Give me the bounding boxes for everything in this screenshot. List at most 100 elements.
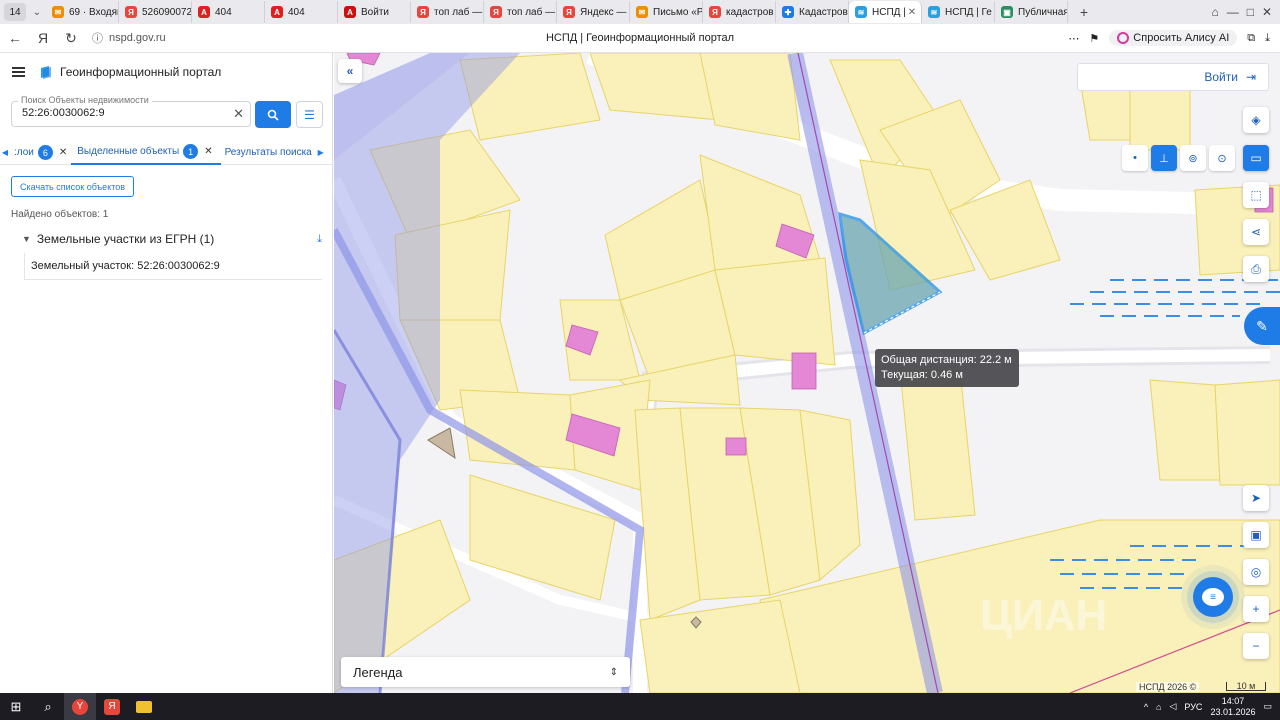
minimap-button[interactable]: ▣ [1243,522,1269,548]
browser-tab[interactable]: A 404 [192,1,265,23]
ask-alice-button[interactable]: Спросить Алису AI [1109,30,1238,46]
tab-favicon-icon: ✚ [782,6,794,18]
tab-favicon-icon: ≋ [928,6,940,18]
plus-icon: + [1252,602,1260,616]
close-tab-icon[interactable]: ✕ [906,7,916,18]
yandex-app-icon[interactable]: Я [96,693,128,720]
tab-label: топ лаб — [507,6,556,18]
measure-button[interactable]: ▭ [1243,145,1269,171]
measure-radius-tool[interactable]: ⊙ [1209,145,1235,171]
geolocation-icon: ◎ [1250,565,1262,579]
bookmark-icon[interactable]: ⚑ [1089,32,1099,45]
filter-button[interactable]: ☰ [296,101,323,128]
browser-tab[interactable]: Я Яндекс — б [557,1,630,23]
collapse-panel-button[interactable]: « [338,59,362,83]
browser-tab[interactable]: Якадастров [703,1,776,23]
site-info-icon[interactable]: ⓘ [92,30,103,46]
network-icon[interactable]: ⌂ [1156,702,1161,712]
print-button[interactable]: ⎙ [1243,256,1269,282]
minimap-icon: ▣ [1250,528,1262,542]
tab-counter[interactable]: 14 [4,3,26,21]
chevron-down-icon[interactable]: ▼ [22,234,31,244]
feedback-side-tab[interactable]: ✎ [1244,307,1280,345]
close-tab-selected-icon[interactable]: ✕ [204,146,212,157]
browser-tab[interactable]: ≋ НСПД | ✕ [849,1,922,23]
close-window-icon[interactable]: ✕ [1262,5,1272,19]
expand-legend-icon[interactable]: ⇕ [610,667,618,678]
tabs-scroll-right-icon[interactable]: ▶ [316,148,326,157]
clear-icon[interactable]: ✕ [233,106,244,122]
tab-layers[interactable]: :лои 6 ✕ [10,141,71,165]
browser-tab[interactable]: A 404 [265,1,338,23]
search-label: Поиск Объекты недвижимости [18,95,152,105]
minimize-icon[interactable]: — [1227,5,1239,19]
geolocation-button[interactable]: ◎ [1243,559,1269,585]
browser-tab[interactable]: Ятоп лаб — [411,1,484,23]
share-button[interactable]: ⋖ [1243,219,1269,245]
search-input[interactable] [22,107,222,119]
browser-tab[interactable]: Ятоп лаб — [484,1,557,23]
browser-tab[interactable]: ▣ Публичная [995,1,1068,23]
windows-start-icon[interactable]: ⊞ [0,693,32,720]
menu-icon[interactable] [12,67,25,77]
list-item[interactable]: Земельный участок: 52:26:0030062:9 [24,253,322,280]
tab-favicon-icon: A [271,6,283,18]
taskbar-search-icon[interactable]: ⌕ [32,693,64,720]
tab-favicon-icon: ✉ [636,6,648,18]
zoom-in-button[interactable]: + [1243,596,1269,622]
legend-panel[interactable]: Легенда ⇕ [341,657,630,687]
maximize-icon[interactable]: □ [1247,5,1254,19]
search-field[interactable]: Поиск Объекты недвижимости ✕ [11,95,251,127]
back-icon[interactable]: ← [2,25,28,51]
tab-selected-objects[interactable]: Выделенные объекты 1 ✕ [71,141,221,165]
browser-tab[interactable]: Я 526090072 [119,1,192,23]
layers-button[interactable]: ◈ [1243,107,1269,133]
clock[interactable]: 14:07 23.01.2026 [1210,696,1255,718]
volume-icon[interactable]: ◁ [1169,701,1176,712]
measure-area-tool[interactable]: ⊚ [1180,145,1206,171]
notifications-icon[interactable]: ▭ [1263,701,1272,712]
tab-selected-count: 1 [183,144,199,159]
login-label: Войти [1204,70,1238,84]
tabs-dropdown-icon[interactable]: ⌄ [28,3,46,21]
tab-label: 69 · Входящ [69,6,118,18]
alice-icon [1117,32,1130,44]
language-indicator[interactable]: РУС [1184,702,1202,712]
measure-distance-tool[interactable]: ⊥ [1151,145,1177,171]
zoom-out-button[interactable]: − [1243,633,1269,659]
yandex-browser-icon[interactable]: Y [64,693,96,720]
select-area-button[interactable]: ⬚ [1243,182,1269,208]
portal-title: Геоинформационный портал [60,65,222,79]
measure-point-tool[interactable]: • [1122,145,1148,171]
chat-button[interactable]: ≡ [1193,577,1233,617]
group-land-plots[interactable]: ▼ Земельные участки из ЕГРН (1) ⤓ [22,232,322,246]
url-field[interactable]: ⓘ nspd.gov.ru [92,30,166,46]
downloads-icon[interactable]: ⤓ [1265,32,1270,45]
browser-tab[interactable]: ✉ Письмо «Р [630,1,703,23]
file-explorer-icon[interactable] [128,693,160,720]
tray-chevron-icon[interactable]: ^ [1144,702,1148,712]
download-icon[interactable]: ⤓ [317,233,322,246]
browser-tab[interactable]: ✚ Кадастров [776,1,849,23]
new-tab-button[interactable]: + [1074,2,1094,22]
tab-search-results[interactable]: Результаты поиска [221,141,316,165]
tab-label: кадастров [726,6,774,18]
collections-icon[interactable]: ⧉ [1247,32,1255,45]
bookmark-window-icon[interactable]: ⌂ [1211,5,1218,19]
scale-bar: 10 м [1226,682,1266,691]
login-button[interactable]: Войти ⇥ [1077,63,1269,91]
tabs-scroll-left-icon[interactable]: ◀ [0,148,10,157]
close-tab-layers-icon[interactable]: ✕ [59,147,67,158]
distance-icon: ⊥ [1159,152,1169,165]
search-button[interactable] [255,101,291,128]
tab-label: Войти [361,6,389,18]
browser-tab[interactable]: ≋ НСПД | Ге [922,1,995,23]
tab-favicon-icon: Я [125,6,137,18]
browser-tab[interactable]: ✉ 69 · Входящ [46,1,119,23]
yandex-home-icon[interactable]: Я [30,25,56,51]
more-icon[interactable]: ⋯ [1068,32,1079,45]
browser-tab[interactable]: A Войти [338,1,411,23]
download-list-button[interactable]: Скачать список объектов [11,176,135,197]
reload-icon[interactable]: ↻ [58,25,84,51]
locate-button[interactable]: ➤ [1243,485,1269,511]
